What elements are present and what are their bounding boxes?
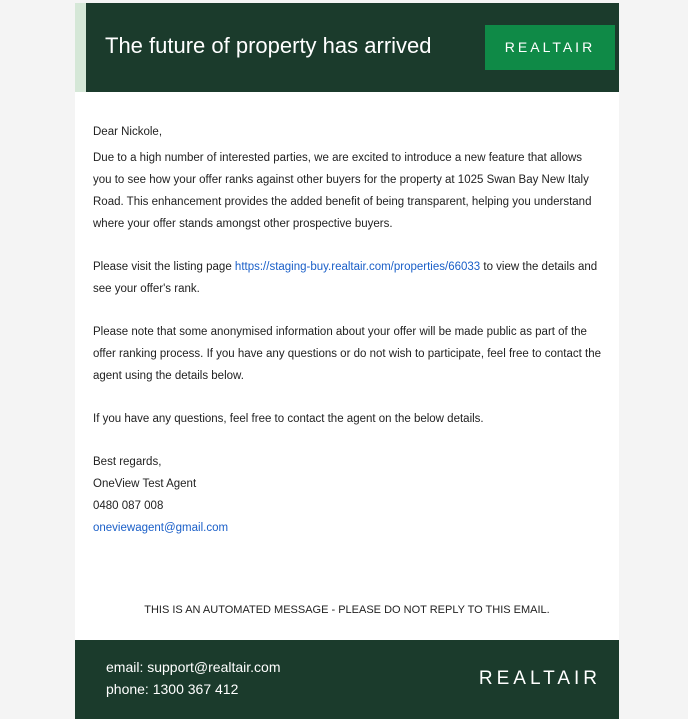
email-footer: email: support@realtair.com phone: 1300 …	[75, 640, 619, 719]
automated-notice: THIS IS AN AUTOMATED MESSAGE - PLEASE DO…	[144, 604, 550, 616]
email-header: The future of property has arrived REALT…	[75, 3, 619, 92]
realtair-logo-footer: REALTAIR	[478, 668, 601, 689]
footer-contact: email: support@realtair.com phone: 1300 …	[106, 656, 281, 700]
paragraph-intro: Due to a high number of interested parti…	[93, 152, 592, 230]
email-card: The future of property has arrived REALT…	[75, 3, 619, 719]
listing-text-before: Please visit the listing page	[93, 261, 235, 273]
email-body: Dear Nickole, Due to a high number of in…	[93, 121, 603, 539]
footer-phone[interactable]: phone: 1300 367 412	[106, 678, 281, 700]
header-title: The future of property has arrived	[105, 33, 432, 58]
header-accent-bar	[75, 3, 86, 92]
agent-email-link[interactable]: oneviewagent@gmail.com	[93, 522, 228, 534]
agent-name: OneView Test Agent	[93, 478, 197, 490]
listing-link[interactable]: https://staging-buy.realtair.com/propert…	[235, 261, 480, 273]
paragraph-privacy: Please note that some anonymised informa…	[93, 326, 601, 382]
paragraph-listing: Please visit the listing page https://st…	[93, 256, 603, 300]
footer-email[interactable]: email: support@realtair.com	[106, 656, 281, 678]
signoff: Best regards,	[93, 456, 162, 468]
greeting: Dear Nickole,	[93, 126, 163, 138]
paragraph-contact: If you have any questions, feel free to …	[93, 413, 484, 425]
agent-phone: 0480 087 008	[93, 500, 164, 512]
realtair-logo-header: REALTAIR	[485, 25, 615, 70]
